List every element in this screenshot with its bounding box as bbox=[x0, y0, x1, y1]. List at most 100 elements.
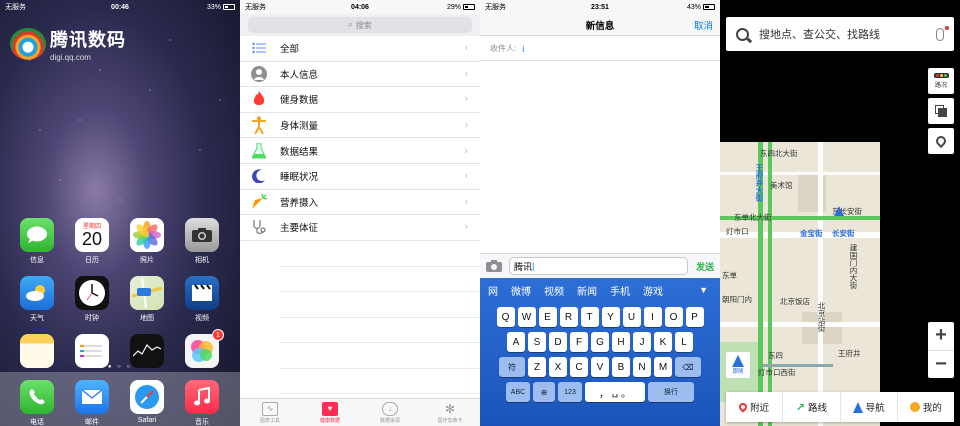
app-reminders[interactable] bbox=[74, 334, 110, 368]
map-canvas[interactable]: 东四北大街 美术馆 王府井大街 东单北大街 灯市口 金宝街 长安街 东长安街 建… bbox=[720, 142, 880, 426]
microphone-icon[interactable] bbox=[936, 25, 949, 41]
message-input-value: 腾讯 bbox=[514, 261, 533, 272]
key[interactable]: N bbox=[633, 357, 651, 377]
cancel-button[interactable]: 取消 bbox=[694, 18, 713, 32]
key[interactable]: C bbox=[570, 357, 588, 377]
route-button[interactable]: ↗ 路线 bbox=[783, 392, 841, 422]
app-weather[interactable]: 天气 bbox=[19, 276, 55, 323]
candidate[interactable]: 微博 bbox=[511, 283, 531, 298]
candidate[interactable]: 网 bbox=[488, 283, 498, 298]
key[interactable]: K bbox=[654, 332, 672, 352]
locate-button[interactable]: 跟随 bbox=[726, 352, 750, 378]
health-row-sleep[interactable]: 睡眠状况 › bbox=[240, 164, 480, 190]
key[interactable]: V bbox=[591, 357, 609, 377]
health-row-all[interactable]: 全部 › bbox=[240, 36, 480, 62]
app-mail[interactable]: 邮件 bbox=[74, 380, 110, 426]
app-videos[interactable]: 视频 bbox=[184, 276, 220, 323]
key[interactable]: F bbox=[570, 332, 588, 352]
key[interactable]: Q bbox=[496, 307, 515, 327]
symbol-key[interactable]: 符 bbox=[499, 357, 525, 377]
map-search-bar[interactable]: 搜地点、查公交、找路线 bbox=[726, 17, 954, 51]
navigate-button[interactable]: 导航 bbox=[841, 392, 898, 422]
key[interactable]: J bbox=[633, 332, 651, 352]
app-game-center[interactable]: 1 bbox=[184, 329, 224, 368]
app-label: 电话 bbox=[30, 419, 44, 426]
space-key[interactable]: ， ␣ 。 bbox=[585, 382, 645, 402]
chevron-right-icon: › bbox=[464, 119, 468, 132]
app-phone[interactable]: 电话 bbox=[19, 380, 55, 426]
number-key[interactable]: 123 bbox=[558, 382, 582, 402]
nearby-pin-icon bbox=[737, 401, 749, 413]
message-input[interactable]: 腾讯 | bbox=[509, 257, 688, 275]
key[interactable]: T bbox=[580, 307, 599, 327]
tencent-digital-logo-icon bbox=[10, 28, 46, 60]
tab-health-data[interactable]: ♥ 健康数据 bbox=[300, 399, 360, 426]
layers-button[interactable] bbox=[928, 98, 954, 124]
key[interactable]: S bbox=[528, 332, 546, 352]
app-music[interactable]: 音乐 bbox=[184, 380, 220, 426]
health-row-body[interactable]: 身体测量 › bbox=[240, 113, 480, 139]
poi-button[interactable] bbox=[928, 128, 954, 154]
poi-marker-icon[interactable] bbox=[834, 206, 844, 216]
search-input[interactable]: ⌕ 搜索 bbox=[248, 17, 472, 33]
page-indicator[interactable]: ● ○ ○ bbox=[0, 364, 240, 370]
health-row-vitals[interactable]: 主要体征 › bbox=[240, 215, 480, 241]
return-key[interactable]: 换行 bbox=[648, 382, 694, 402]
globe-icon[interactable]: ⊕ bbox=[533, 382, 555, 402]
app-maps[interactable]: 地图 bbox=[129, 276, 165, 323]
tab-dashboard[interactable]: ∿ 图表工具 bbox=[240, 399, 300, 426]
key[interactable]: H bbox=[612, 332, 630, 352]
tab-medical-id[interactable]: ✻ 医疗急救卡 bbox=[420, 399, 480, 426]
key[interactable]: D bbox=[549, 332, 567, 352]
candidate[interactable]: 视频 bbox=[544, 283, 564, 298]
health-row-me[interactable]: 本人信息 › bbox=[240, 62, 480, 88]
zoom-in-button[interactable]: + bbox=[928, 322, 954, 351]
key[interactable]: G bbox=[591, 332, 609, 352]
profile-button[interactable]: 我的 bbox=[898, 392, 954, 422]
candidate[interactable]: 新闻 bbox=[577, 283, 597, 298]
app-camera[interactable]: 相机 bbox=[184, 218, 220, 265]
key[interactable]: Z bbox=[528, 357, 546, 377]
app-stocks[interactable] bbox=[129, 334, 165, 368]
nearby-button[interactable]: 附近 bbox=[726, 392, 784, 422]
camera-icon[interactable] bbox=[486, 260, 502, 272]
traffic-button[interactable]: 路况 bbox=[928, 68, 954, 94]
app-clock[interactable]: 时钟 bbox=[74, 276, 110, 323]
app-notes[interactable] bbox=[19, 334, 55, 368]
app-safari[interactable]: Safari bbox=[129, 380, 165, 424]
key[interactable]: I bbox=[643, 307, 662, 327]
app-calendar[interactable]: 星期四 20 日历 bbox=[74, 218, 110, 265]
abc-key[interactable]: ABC bbox=[506, 382, 530, 402]
key[interactable]: P bbox=[685, 307, 704, 327]
status-bar: 无服务 00:46 33% bbox=[0, 0, 240, 14]
flask-icon bbox=[250, 142, 268, 160]
zoom-out-button[interactable]: − bbox=[928, 351, 954, 379]
key[interactable]: W bbox=[517, 307, 536, 327]
key[interactable]: O bbox=[664, 307, 683, 327]
key[interactable]: L bbox=[675, 332, 693, 352]
key[interactable]: X bbox=[549, 357, 567, 377]
chevron-right-icon: › bbox=[464, 93, 468, 106]
key[interactable]: Y bbox=[601, 307, 620, 327]
candidate[interactable]: 游戏 bbox=[643, 283, 663, 298]
health-row-nutrition[interactable]: 营养摄入 › bbox=[240, 190, 480, 216]
key[interactable]: B bbox=[612, 357, 630, 377]
tab-sources[interactable]: ↓ 数据来源 bbox=[360, 399, 420, 426]
key[interactable]: R bbox=[559, 307, 578, 327]
health-row-results[interactable]: 数据结果 › bbox=[240, 138, 480, 164]
recipient-field[interactable]: 收件人: i bbox=[480, 37, 720, 61]
key[interactable]: U bbox=[622, 307, 641, 327]
app-photos[interactable]: 照片 bbox=[129, 218, 165, 265]
health-row-fitness[interactable]: 健身数据 › bbox=[240, 87, 480, 113]
app-messages[interactable]: 信息 bbox=[19, 218, 55, 265]
key[interactable]: A bbox=[507, 332, 525, 352]
expand-candidates-icon[interactable]: ▼ bbox=[699, 285, 708, 295]
key[interactable]: M bbox=[654, 357, 672, 377]
send-button[interactable]: 发送 bbox=[696, 260, 714, 273]
candidate[interactable]: 手机 bbox=[610, 283, 630, 298]
calendar-day: 20 bbox=[81, 228, 103, 249]
key[interactable]: E bbox=[538, 307, 557, 327]
traffic-light-icon bbox=[933, 73, 949, 78]
backspace-icon[interactable]: ⌫ bbox=[675, 357, 701, 377]
row-label: 身体测量 bbox=[280, 121, 319, 133]
